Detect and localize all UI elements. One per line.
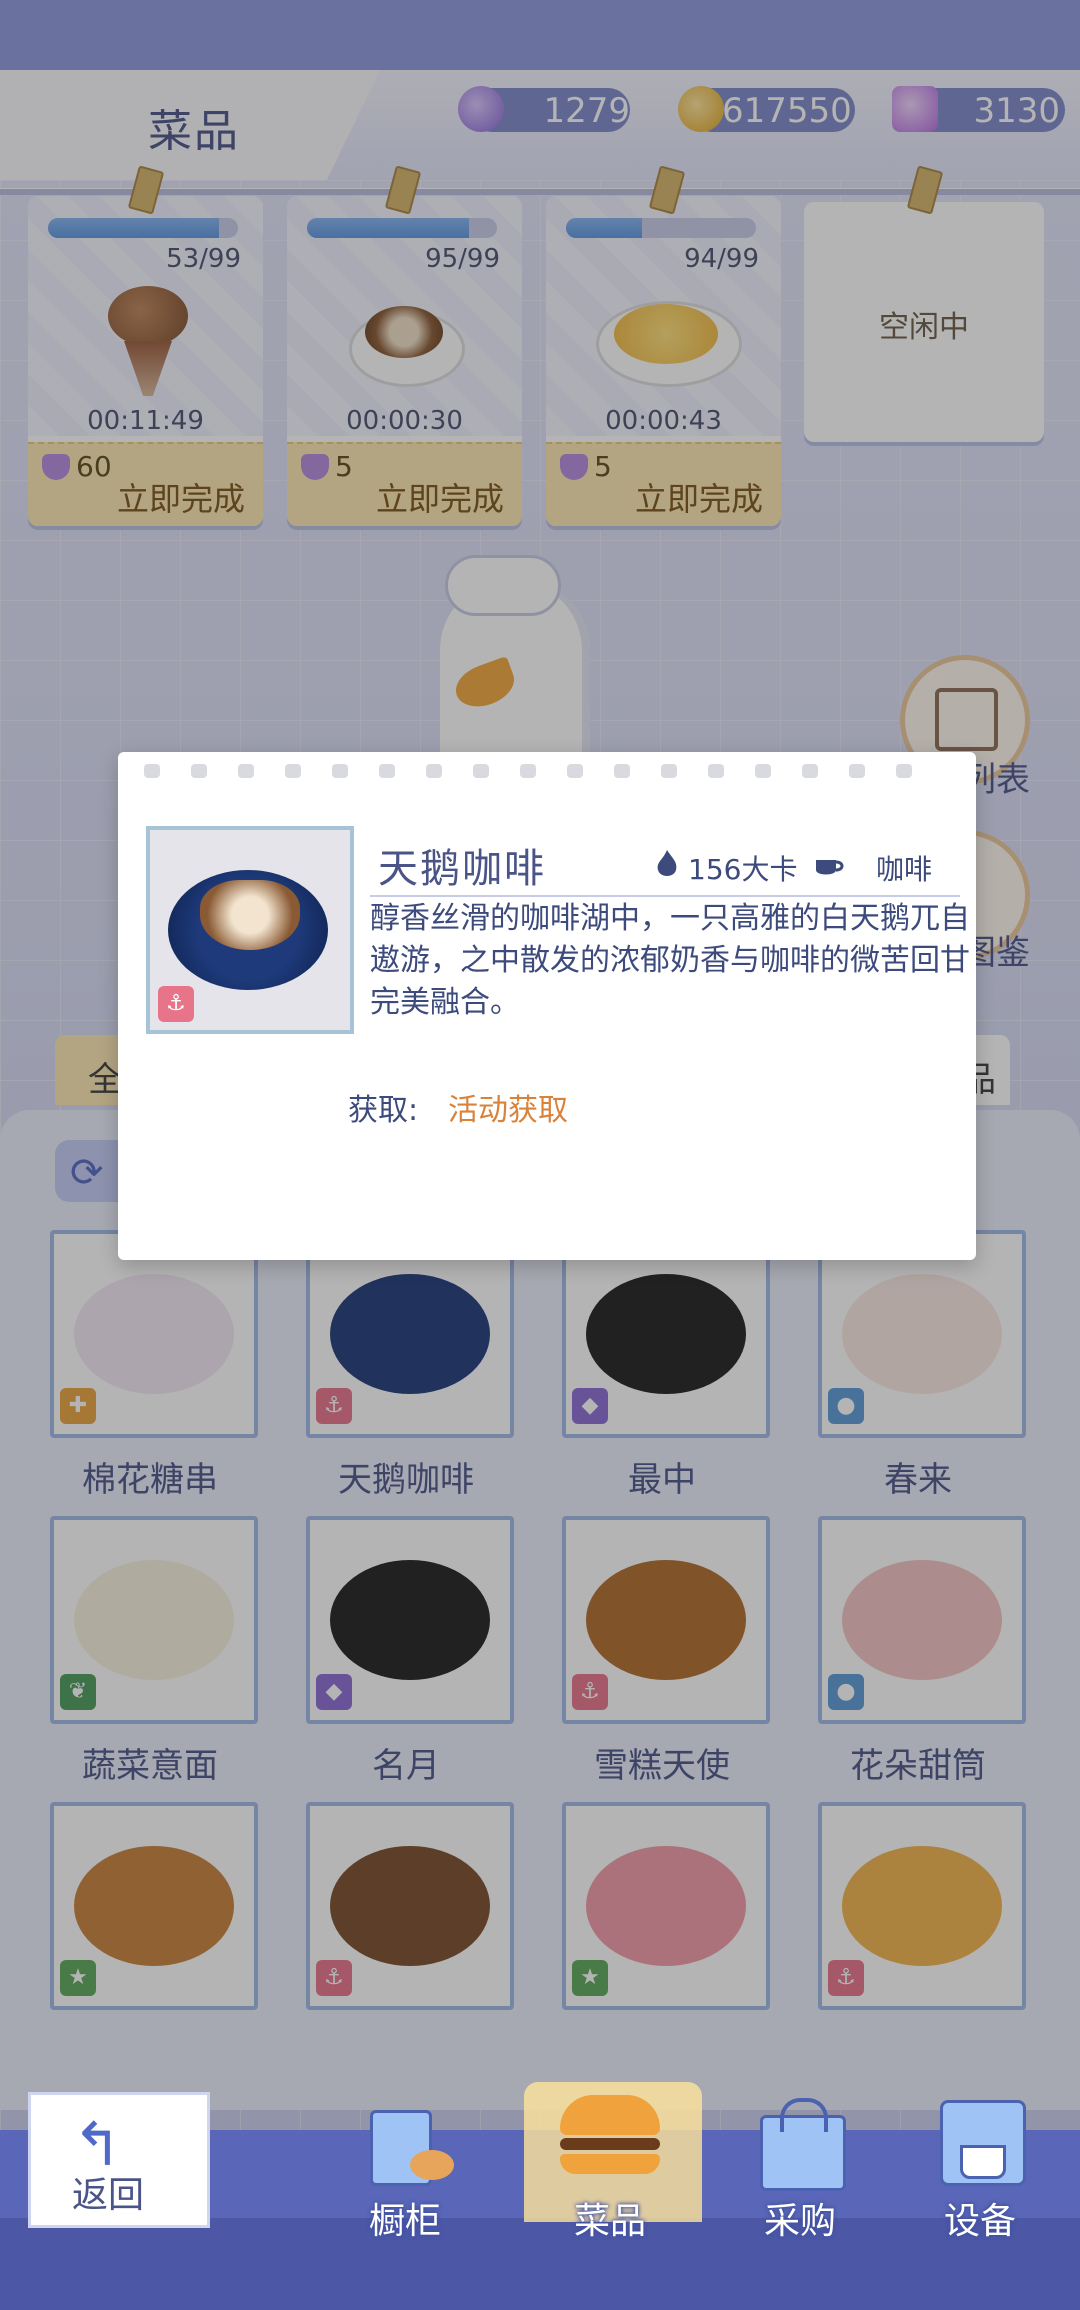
hole bbox=[567, 764, 583, 778]
hole bbox=[849, 764, 865, 778]
hole bbox=[191, 764, 207, 778]
hole bbox=[426, 764, 442, 778]
coffee-cup-icon bbox=[816, 860, 844, 875]
hole bbox=[520, 764, 536, 778]
cabinet-icon[interactable] bbox=[350, 2090, 460, 2190]
flame-icon bbox=[657, 850, 677, 876]
shopping-bag-icon[interactable] bbox=[745, 2090, 855, 2191]
dish-type: 咖啡 bbox=[876, 853, 933, 886]
hole bbox=[285, 764, 301, 778]
hole bbox=[238, 764, 254, 778]
hole bbox=[708, 764, 724, 778]
dish-name: 天鹅咖啡 bbox=[378, 846, 546, 892]
nav-label: 橱柜 bbox=[368, 2201, 441, 2242]
hole bbox=[379, 764, 395, 778]
hole bbox=[896, 764, 912, 778]
nav-label: 采购 bbox=[763, 2201, 836, 2242]
anchor-badge-icon: ⚓ bbox=[158, 986, 194, 1022]
source-value: 活动获取 bbox=[448, 1093, 568, 1128]
heart-coffee-illustration bbox=[200, 880, 300, 950]
nav-label: 设备 bbox=[943, 2201, 1016, 2242]
divider bbox=[370, 895, 960, 897]
hole bbox=[614, 764, 630, 778]
back-label: 返回 bbox=[72, 2175, 145, 2216]
hole bbox=[802, 764, 818, 778]
dish-thumbnail: ⚓ bbox=[146, 826, 354, 1034]
hole bbox=[755, 764, 771, 778]
coffee-machine-icon[interactable] bbox=[925, 2090, 1035, 2190]
hole bbox=[144, 764, 160, 778]
nav-label: 菜品 bbox=[573, 2201, 646, 2242]
hole bbox=[332, 764, 348, 778]
hole bbox=[473, 764, 489, 778]
hole bbox=[661, 764, 677, 778]
dish-description: 醇香丝滑的咖啡湖中，一只高雅的白天鹅兀自遨游，之中散发的浓郁奶香与咖啡的微苦回甘… bbox=[370, 901, 970, 1020]
burger-icon[interactable] bbox=[555, 2090, 665, 2190]
source-label: 获取: bbox=[348, 1093, 419, 1128]
dish-calories: 156大卡 bbox=[688, 853, 798, 886]
